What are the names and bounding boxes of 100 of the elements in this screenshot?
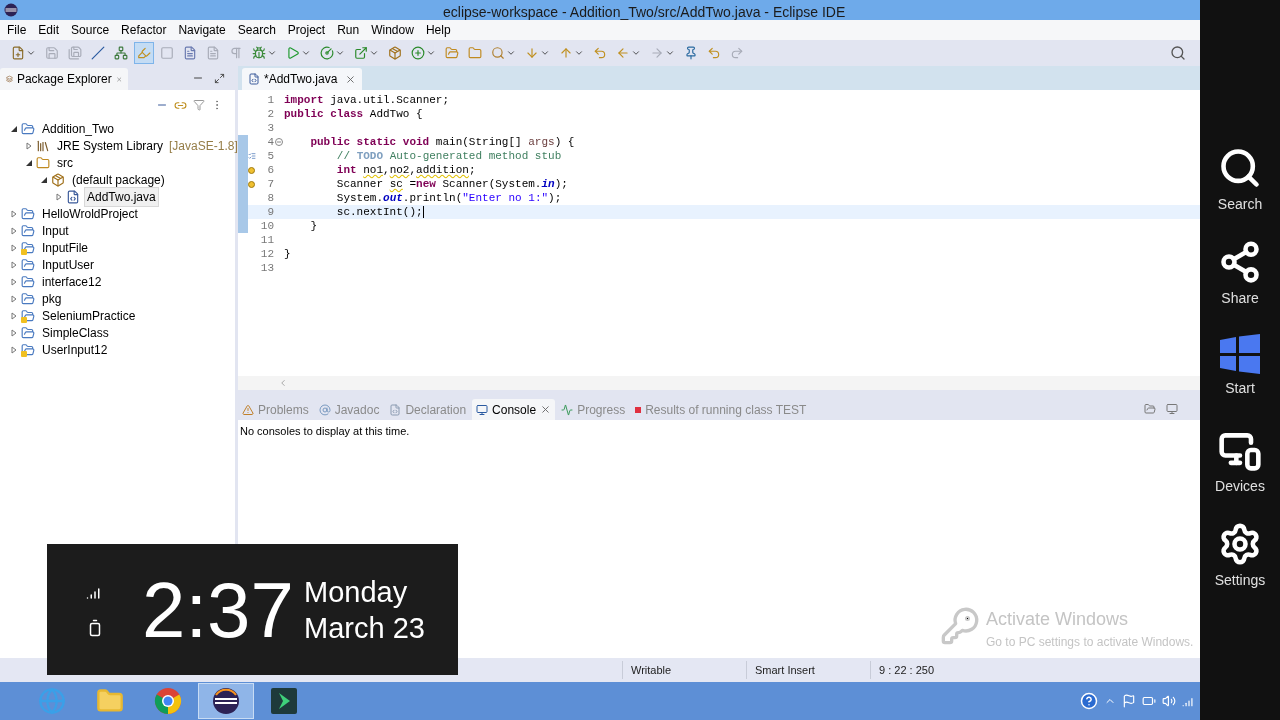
- charm-label[interactable]: Share: [1221, 288, 1259, 309]
- dropdown-caret-icon: [426, 48, 436, 58]
- code-line: System.out.println("Enter no 1:");: [335, 190, 562, 206]
- line-number: 9: [266, 204, 274, 220]
- block-icon: [160, 46, 174, 60]
- charm-label[interactable]: Search: [1217, 194, 1263, 215]
- save-icon: [45, 46, 59, 60]
- taskbar-button[interactable]: [198, 683, 254, 719]
- menu-item[interactable]: Source: [71, 21, 110, 39]
- collapsed-arrow-icon[interactable]: [55, 192, 63, 201]
- charm-label[interactable]: Settings: [1214, 570, 1266, 591]
- charm-label[interactable]: Start: [1225, 378, 1255, 399]
- display-console-icon[interactable]: [1166, 403, 1178, 415]
- code-line: public class AddTwo {: [284, 106, 423, 122]
- collapsed-arrow-icon[interactable]: [10, 226, 18, 235]
- package-icon: [388, 46, 402, 60]
- collapsed-arrow-icon[interactable]: [10, 209, 18, 218]
- new-class-icon: [411, 46, 425, 60]
- code-line: }: [284, 246, 291, 262]
- document-icon: [206, 46, 220, 60]
- globe-icon: [38, 687, 66, 715]
- folder-open-icon: [445, 46, 459, 60]
- project-folder-icon: [21, 206, 35, 221]
- browser-logo-icon: [154, 687, 182, 715]
- menu-item[interactable]: Window: [371, 21, 414, 39]
- menu-item[interactable]: Run: [337, 21, 360, 39]
- declaration-icon: [389, 403, 402, 416]
- collapsed-arrow-icon[interactable]: [10, 328, 18, 337]
- problems-icon: [242, 403, 254, 416]
- package-explorer-icon: [6, 73, 13, 85]
- eclipse-logo-icon: [4, 3, 18, 17]
- fold-toggle-icon[interactable]: [275, 138, 283, 146]
- menu-item[interactable]: Edit: [38, 21, 60, 39]
- volume-icon[interactable]: [1162, 694, 1176, 708]
- new-file-icon: [11, 46, 25, 60]
- dropdown-caret-icon: [26, 48, 36, 58]
- filter-icon[interactable]: [193, 99, 205, 111]
- project-folder-icon: [21, 274, 35, 289]
- menu-item[interactable]: Help: [425, 21, 451, 39]
- dropdown-caret-icon: [335, 48, 345, 58]
- run-icon: [286, 46, 300, 60]
- collapsed-arrow-icon[interactable]: [10, 277, 18, 286]
- project-folder-icon: [21, 257, 35, 272]
- progress-icon: [561, 403, 574, 416]
- status-field: Writable: [631, 661, 672, 679]
- menu-item[interactable]: Navigate: [178, 21, 226, 39]
- collapsed-arrow-icon[interactable]: [10, 294, 18, 303]
- menu-item[interactable]: Refactor: [121, 21, 167, 39]
- search-icon: [491, 46, 505, 60]
- highlighter-icon: [137, 46, 151, 60]
- code-line: sc.nextInt();: [335, 204, 424, 220]
- collapsed-arrow-icon[interactable]: [10, 311, 18, 320]
- search-icon[interactable]: [1170, 45, 1186, 61]
- dropdown-caret-icon: [574, 48, 584, 58]
- tab-label: Javadoc: [334, 401, 380, 419]
- collapsed-arrow-icon[interactable]: [10, 345, 18, 354]
- tree-item[interactable]: AddTwo.java: [84, 186, 159, 207]
- open-console-icon[interactable]: [1144, 403, 1156, 415]
- menu-item[interactable]: Search: [237, 21, 276, 39]
- expanded-arrow-icon[interactable]: [25, 158, 33, 167]
- last-edit-icon: [593, 46, 607, 60]
- expanded-arrow-icon[interactable]: [40, 175, 48, 184]
- code-line: Scanner sc =new Scanner(System.in);: [335, 176, 568, 192]
- expanded-arrow-icon[interactable]: [10, 124, 18, 133]
- undo-icon: [707, 46, 721, 60]
- pilcrow-icon: [229, 46, 243, 60]
- charm-label[interactable]: Devices: [1215, 476, 1265, 497]
- help-icon[interactable]: [1080, 692, 1098, 710]
- folder-icon: [96, 687, 124, 715]
- tab-label: Console: [492, 401, 537, 419]
- activation-title: Activate Windows: [986, 608, 1130, 631]
- status-field: 9 : 22 : 250: [879, 661, 935, 679]
- menu-item[interactable]: File: [7, 21, 27, 39]
- flag-icon[interactable]: [1122, 694, 1136, 708]
- scroll-left-icon[interactable]: [278, 378, 288, 388]
- settings-icon: [1218, 522, 1262, 566]
- line-number: 4: [266, 134, 274, 150]
- app-logo-icon: [270, 687, 298, 715]
- package-icon: [51, 172, 65, 187]
- console-message: No consoles to display at this time.: [239, 424, 411, 439]
- close-icon[interactable]: [540, 404, 552, 415]
- collapsed-arrow-icon[interactable]: [25, 141, 33, 150]
- library-version: [JavaSE-1.8]: [169, 137, 238, 155]
- collapsed-arrow-icon[interactable]: [10, 260, 18, 269]
- code-line: // TODO Auto-generated method stub: [335, 148, 562, 164]
- editor-tab[interactable]: *AddTwo.java: [242, 68, 363, 90]
- clock-day: Monday: [304, 573, 425, 610]
- library-icon: [36, 138, 50, 153]
- java-file-icon: [66, 189, 80, 204]
- battery-icon[interactable]: [1142, 694, 1156, 708]
- view-tab[interactable]: Console: [472, 399, 556, 420]
- collapsed-arrow-icon[interactable]: [10, 243, 18, 252]
- status-field: Smart Insert: [755, 661, 815, 679]
- maximize-icon[interactable]: [214, 73, 225, 84]
- menu-item[interactable]: Project: [287, 21, 326, 39]
- document-icon: [183, 46, 197, 60]
- close-icon[interactable]: [345, 73, 357, 85]
- view-tab[interactable]: Package Explorer: [0, 68, 128, 90]
- dropdown-caret-icon: [540, 48, 550, 58]
- code-line: int no1,no2,addition;: [335, 162, 476, 178]
